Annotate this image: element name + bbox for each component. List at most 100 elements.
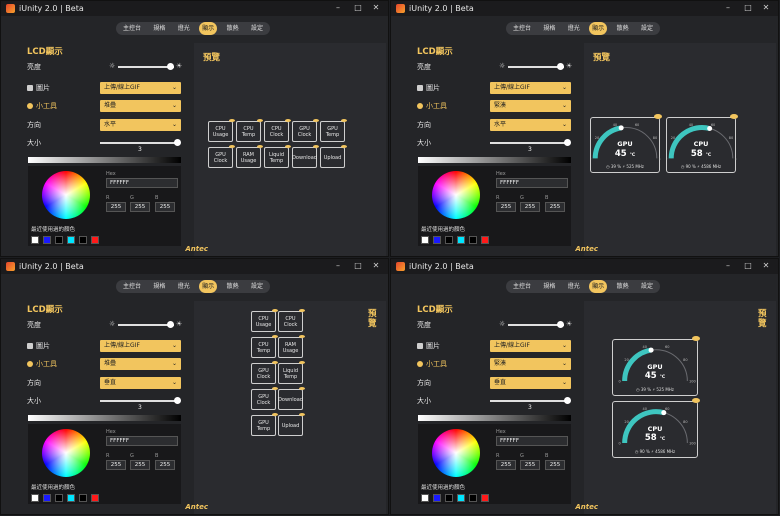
color-wheel[interactable] [42, 429, 90, 477]
close-button[interactable]: ✕ [370, 2, 382, 14]
tab-settings[interactable]: 設定 [248, 280, 266, 293]
minimize-button[interactable]: – [332, 2, 344, 14]
recent-color-swatch[interactable] [481, 236, 489, 244]
maximize-button[interactable]: □ [742, 2, 754, 14]
tab-specs[interactable]: 規格 [540, 280, 558, 293]
recent-color-swatch[interactable] [445, 494, 453, 502]
tab-display[interactable]: 顯示 [199, 280, 218, 293]
color-wheel[interactable] [432, 171, 480, 219]
recent-color-swatch[interactable] [469, 236, 477, 244]
tab-lighting[interactable]: 燈光 [175, 280, 193, 293]
visibility-eye-icon[interactable] [654, 114, 662, 119]
maximize-button[interactable]: □ [352, 2, 364, 14]
recent-color-swatch[interactable] [67, 236, 75, 244]
recent-color-swatch[interactable] [79, 494, 87, 502]
recent-color-swatch[interactable] [31, 236, 39, 244]
widget-tile[interactable]: GPU Clock [208, 145, 235, 168]
tab-display[interactable]: 顯示 [199, 22, 218, 35]
g-input[interactable]: 255 [520, 460, 540, 470]
brightness-gradient-bar[interactable] [28, 157, 181, 163]
recent-color-swatch[interactable] [481, 494, 489, 502]
size-slider[interactable] [100, 142, 178, 144]
brightness-gradient-bar[interactable] [28, 415, 181, 421]
widget-tile[interactable]: GPU Temp [251, 413, 278, 436]
r-input[interactable]: 255 [496, 202, 516, 212]
minimize-button[interactable]: – [722, 2, 734, 14]
b-input[interactable]: 255 [545, 460, 565, 470]
widget-tile[interactable]: Download [278, 387, 305, 410]
tab-cooling[interactable]: 散熱 [614, 280, 632, 293]
recent-color-swatch[interactable] [79, 236, 87, 244]
widget-tile[interactable]: RAM Usage [236, 145, 263, 168]
recent-color-swatch[interactable] [91, 236, 99, 244]
widget-tile[interactable]: Liquid Temp [278, 361, 305, 384]
size-slider[interactable] [490, 400, 568, 402]
recent-color-swatch[interactable] [31, 494, 39, 502]
tab-lighting[interactable]: 燈光 [565, 22, 583, 35]
maximize-button[interactable]: □ [352, 260, 364, 272]
tab-display[interactable]: 顯示 [589, 280, 608, 293]
tab-lighting[interactable]: 燈光 [565, 280, 583, 293]
widget-tile[interactable]: GPU Temp [320, 119, 347, 142]
visibility-eye-icon[interactable] [692, 398, 700, 403]
recent-color-swatch[interactable] [91, 494, 99, 502]
image-dropdown[interactable]: 上傳/線上GIF ⌄ [100, 340, 181, 352]
close-button[interactable]: ✕ [760, 2, 772, 14]
g-input[interactable]: 255 [520, 202, 540, 212]
widget-tile[interactable]: Upload [320, 145, 347, 168]
brightness-slider[interactable] [508, 66, 564, 68]
r-input[interactable]: 255 [496, 460, 516, 470]
tab-settings[interactable]: 設定 [638, 280, 656, 293]
tab-settings[interactable]: 設定 [638, 22, 656, 35]
r-input[interactable]: 255 [106, 202, 126, 212]
recent-color-swatch[interactable] [55, 236, 63, 244]
brightness-slider-knob[interactable] [167, 63, 175, 70]
size-slider-knob[interactable] [564, 397, 571, 404]
visibility-eye-icon[interactable] [730, 114, 738, 119]
direction-dropdown[interactable]: 垂直 ⌄ [490, 377, 571, 389]
brightness-gradient-bar[interactable] [418, 415, 571, 421]
color-wheel[interactable] [42, 171, 90, 219]
widget-dropdown[interactable]: 緊湊 ⌄ [490, 100, 571, 112]
color-wheel[interactable] [432, 429, 480, 477]
recent-color-swatch[interactable] [457, 494, 465, 502]
close-button[interactable]: ✕ [760, 260, 772, 272]
widget-tile[interactable]: CPU Usage [251, 309, 278, 332]
widget-dropdown[interactable]: 堆疊 ⌄ [100, 358, 181, 370]
widget-tile[interactable]: Liquid Temp [264, 145, 291, 168]
widget-tile[interactable]: CPU Clock [264, 119, 291, 142]
size-slider[interactable] [100, 400, 178, 402]
tab-cooling[interactable]: 散熱 [224, 280, 242, 293]
widget-tile[interactable]: CPU Usage [208, 119, 235, 142]
widget-dropdown[interactable]: 緊湊 ⌄ [490, 358, 571, 370]
minimize-button[interactable]: – [332, 260, 344, 272]
recent-color-swatch[interactable] [457, 236, 465, 244]
widget-tile[interactable]: CPU Temp [236, 119, 263, 142]
brightness-gradient-bar[interactable] [418, 157, 571, 163]
gauge-widget[interactable]: 020406080100GPU45 °C◷ 39 % ⚡ 525 MHz [590, 114, 662, 173]
close-button[interactable]: ✕ [370, 260, 382, 272]
direction-dropdown[interactable]: 垂直 ⌄ [100, 377, 181, 389]
recent-color-swatch[interactable] [433, 236, 441, 244]
tab-dashboard[interactable]: 主控台 [510, 280, 534, 293]
b-input[interactable]: 255 [155, 460, 175, 470]
tab-cooling[interactable]: 散熱 [224, 22, 242, 35]
hex-input[interactable]: FFFFFF [106, 436, 178, 446]
size-slider[interactable] [490, 142, 568, 144]
tab-specs[interactable]: 規格 [540, 22, 558, 35]
recent-color-swatch[interactable] [445, 236, 453, 244]
widget-dropdown[interactable]: 堆疊 ⌄ [100, 100, 181, 112]
recent-color-swatch[interactable] [43, 236, 51, 244]
size-slider-knob[interactable] [564, 139, 571, 146]
widget-tile[interactable]: Upload [278, 413, 305, 436]
recent-color-swatch[interactable] [421, 494, 429, 502]
direction-dropdown[interactable]: 水平 ⌄ [490, 119, 571, 131]
maximize-button[interactable]: □ [742, 260, 754, 272]
tab-cooling[interactable]: 散熱 [614, 22, 632, 35]
b-input[interactable]: 255 [155, 202, 175, 212]
image-dropdown[interactable]: 上傳/線上GIF ⌄ [490, 340, 571, 352]
gauge-widget[interactable]: 020406080100CPU58 °C◷ 90 % ⚡ 4586 MHz [666, 114, 738, 173]
g-input[interactable]: 255 [130, 202, 150, 212]
g-input[interactable]: 255 [130, 460, 150, 470]
size-slider-knob[interactable] [174, 397, 181, 404]
